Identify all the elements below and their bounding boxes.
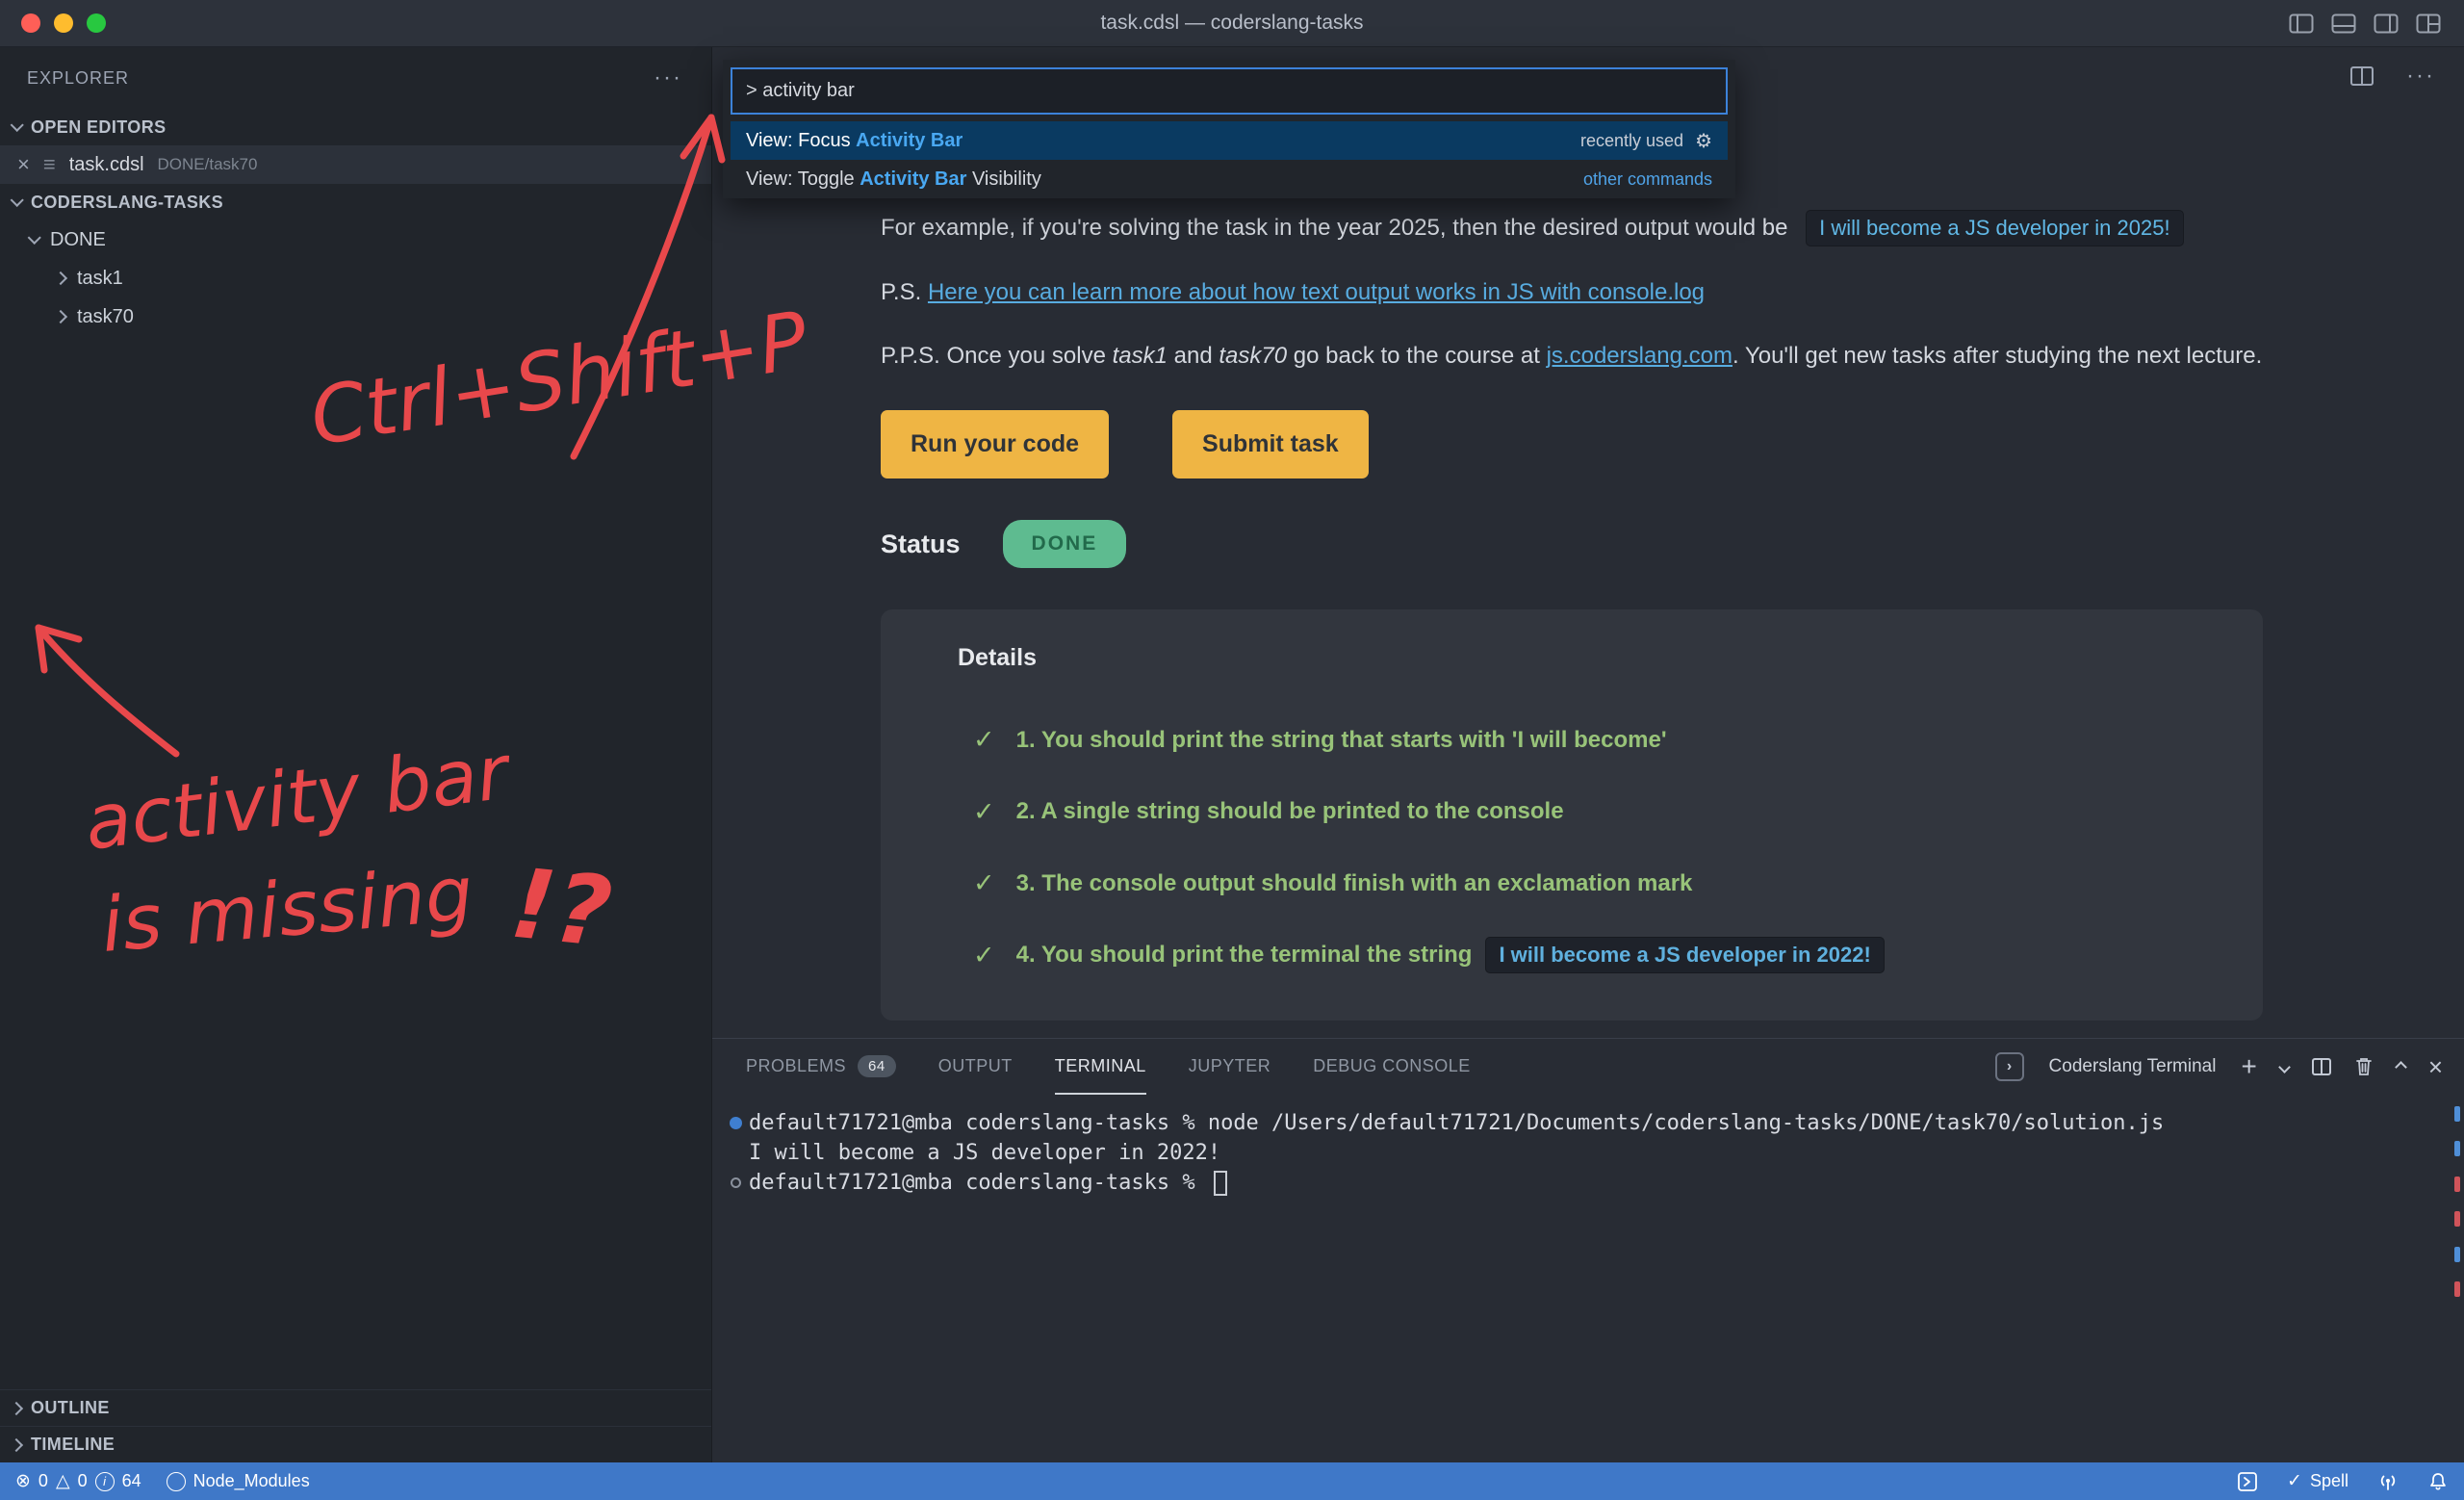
folder-task70[interactable]: task70 <box>0 297 711 336</box>
check-item-4: ✓ 4. You should print the terminal the s… <box>973 934 2217 977</box>
editor-more-actions-icon[interactable]: ··· <box>2406 63 2435 90</box>
node-modules-status[interactable]: Node_Modules <box>167 1471 310 1491</box>
explorer-title: EXPLORER <box>27 68 129 89</box>
paragraph-example: For example, if you're solving the task … <box>881 209 2263 247</box>
chevron-right-icon <box>54 310 67 323</box>
chevron-down-icon <box>28 231 41 245</box>
toggle-panel-icon[interactable] <box>2331 13 2356 34</box>
module-icon <box>167 1472 186 1491</box>
terminal-output-line: I will become a JS developer in 2022! <box>722 1138 2464 1168</box>
project-section-header[interactable]: CODERSLANG-TASKS <box>0 184 711 220</box>
outline-section-header[interactable]: OUTLINE <box>0 1389 711 1426</box>
open-terminal-icon[interactable] <box>2237 1471 2258 1492</box>
palette-result-toggle-activity-bar[interactable]: View: Toggle Activity Bar Visibility oth… <box>731 160 1728 198</box>
details-title: Details <box>958 638 2217 678</box>
chevron-right-icon <box>10 1401 23 1414</box>
close-panel-icon[interactable]: × <box>2428 1054 2443 1079</box>
check-item-2: ✓ 2. A single string should be printed t… <box>973 790 2217 834</box>
command-palette: View: Focus Activity Bar recently used ⚙… <box>723 60 1735 198</box>
check-icon: ✓ <box>2287 1470 2302 1492</box>
prompt-dot-icon <box>731 1177 741 1188</box>
example-output-code: I will become a JS developer in 2025! <box>1806 210 2183 246</box>
titlebar: task.cdsl — coderslang-tasks <box>0 0 2464 47</box>
open-editor-path: DONE/task70 <box>158 155 258 174</box>
check-icon: ✓ <box>973 718 995 762</box>
tab-jupyter[interactable]: JUPYTER <box>1189 1039 1271 1095</box>
chevron-right-icon <box>10 1437 23 1451</box>
close-editor-icon[interactable]: × <box>17 154 30 175</box>
status-badge: DONE <box>1003 520 1127 569</box>
kill-terminal-icon[interactable] <box>2354 1056 2374 1077</box>
terminal-cursor <box>1214 1171 1227 1196</box>
submit-task-button[interactable]: Submit task <box>1172 410 1369 478</box>
chevron-down-icon <box>11 118 24 132</box>
minimize-window-button[interactable] <box>54 13 73 33</box>
terminal-dropdown-icon[interactable] <box>2280 1063 2289 1072</box>
close-window-button[interactable] <box>21 13 40 33</box>
timeline-section-header[interactable]: TIMELINE <box>0 1426 711 1462</box>
command-palette-input[interactable] <box>731 67 1728 115</box>
check-icon: ✓ <box>973 862 995 905</box>
folder-done[interactable]: DONE <box>0 220 711 259</box>
run-code-button[interactable]: Run your code <box>881 410 1109 478</box>
info-icon: i <box>95 1472 115 1491</box>
window-controls <box>0 13 106 33</box>
check-item-3: ✓ 3. The console output should finish wi… <box>973 862 2217 905</box>
coderslang-link[interactable]: js.coderslang.com <box>1547 343 1732 369</box>
warning-icon: △ <box>56 1470 70 1492</box>
tab-terminal[interactable]: TERMINAL <box>1055 1039 1146 1095</box>
new-terminal-icon[interactable]: + <box>2241 1053 2256 1080</box>
paragraph-pps: P.P.S. Once you solve task1 and task70 g… <box>881 337 2263 375</box>
split-terminal-icon[interactable] <box>2312 1058 2331 1075</box>
notifications-bell-icon[interactable] <box>2427 1471 2449 1492</box>
palette-result-focus-activity-bar[interactable]: View: Focus Activity Bar recently used ⚙ <box>731 121 1728 160</box>
terminal-command-line: default71721@mba coderslang-tasks % node… <box>722 1108 2464 1138</box>
statusbar: ⊗ 0 △ 0 i 64 Node_Modules ✓ Spell <box>0 1462 2464 1500</box>
configure-keybinding-gear-icon[interactable]: ⚙ <box>1695 129 1712 153</box>
file-icon: ≡ <box>43 152 56 177</box>
customize-layout-icon[interactable] <box>2416 13 2441 34</box>
tab-problems[interactable]: PROBLEMS 64 <box>746 1039 896 1095</box>
maximize-panel-icon[interactable] <box>2397 1063 2405 1072</box>
split-editor-icon[interactable] <box>2350 66 2374 86</box>
open-editors-section-header[interactable]: OPEN EDITORS <box>0 109 711 145</box>
spell-checker-status[interactable]: ✓ Spell <box>2287 1470 2348 1492</box>
explorer-sidebar: EXPLORER ··· OPEN EDITORS × ≡ task.cdsl … <box>0 47 712 1462</box>
check-icon: ✓ <box>973 790 995 834</box>
broadcast-icon[interactable] <box>2377 1471 2399 1492</box>
status-label: Status <box>881 523 961 566</box>
check-icon: ✓ <box>973 934 995 977</box>
toggle-sidebar-left-icon[interactable] <box>2289 13 2314 34</box>
check-item-1: ✓ 1. You should print the string that st… <box>973 718 2217 762</box>
chevron-down-icon <box>11 194 24 207</box>
terminal-shell-icon: › <box>1995 1052 2024 1081</box>
problems-count-badge: 64 <box>858 1055 896 1077</box>
toggle-sidebar-right-icon[interactable] <box>2374 13 2399 34</box>
open-editor-filename: task.cdsl <box>69 154 144 176</box>
console-log-link[interactable]: Here you can learn more about how text o… <box>928 279 1705 305</box>
problems-status[interactable]: ⊗ 0 △ 0 i 64 <box>15 1470 141 1492</box>
bottom-panel: PROBLEMS 64 OUTPUT TERMINAL JUPYTER DEBU… <box>712 1038 2464 1462</box>
required-output-code: I will become a JS developer in 2022! <box>1485 937 1884 973</box>
terminal-prompt-line: default71721@mba coderslang-tasks % <box>722 1168 2464 1198</box>
open-editor-task-cdsl[interactable]: × ≡ task.cdsl DONE/task70 <box>0 145 711 184</box>
error-icon: ⊗ <box>15 1470 31 1492</box>
terminal-name[interactable]: Coderslang Terminal <box>2049 1056 2217 1077</box>
paragraph-ps: P.S. Here you can learn more about how t… <box>881 273 2263 312</box>
panel-scrollbar-decorations <box>2454 1039 2460 1462</box>
chevron-right-icon <box>54 272 67 285</box>
window-title: task.cdsl — coderslang-tasks <box>1100 12 1363 35</box>
explorer-more-actions-icon[interactable]: ··· <box>654 65 682 91</box>
command-success-dot-icon <box>730 1117 742 1129</box>
tab-debug-console[interactable]: DEBUG CONSOLE <box>1313 1039 1471 1095</box>
tab-output[interactable]: OUTPUT <box>938 1039 1013 1095</box>
terminal-output[interactable]: default71721@mba coderslang-tasks % node… <box>712 1095 2464 1462</box>
folder-task1[interactable]: task1 <box>0 259 711 297</box>
zoom-window-button[interactable] <box>87 13 106 33</box>
details-card: Details ✓ 1. You should print the string… <box>881 609 2263 1021</box>
